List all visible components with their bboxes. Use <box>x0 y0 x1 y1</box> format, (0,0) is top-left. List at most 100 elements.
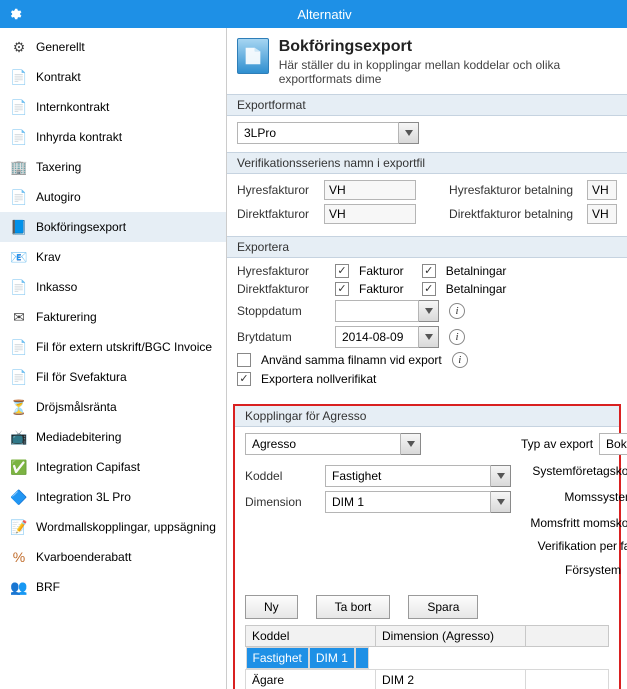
sidebar-item-label: Taxering <box>36 160 81 174</box>
chevron-down-icon[interactable] <box>399 122 419 144</box>
sidebar-icon: 📄 <box>10 278 28 296</box>
dimension-label: Dimension <box>245 495 319 509</box>
exp-hyres-betalningar-checkbox[interactable] <box>422 264 436 278</box>
sidebar-item-inhyrda-kontrakt[interactable]: 📄Inhyrda kontrakt <box>0 122 226 152</box>
samma-filnamn-checkbox[interactable] <box>237 353 251 367</box>
sidebar-icon: 📺 <box>10 428 28 446</box>
agresso-grid[interactable]: Koddel Dimension (Agresso) FastighetDIM … <box>245 625 609 689</box>
sidebar-item-kvarboenderabatt[interactable]: %Kvarboenderabatt <box>0 542 226 572</box>
sidebar-item-wordmallskopplingar-upps-gning[interactable]: 📝 Wordmallskopplingar, uppsägning <box>0 512 226 542</box>
gear-icon <box>8 7 22 21</box>
brytdatum-value: 2014-08-09 <box>335 326 419 348</box>
sidebar-icon: 📝 <box>10 518 28 536</box>
grid-col-dimension[interactable]: Dimension (Agresso) <box>376 626 526 647</box>
sidebar-icon: 📄 <box>10 338 28 356</box>
hyresfakturor-betalning-input[interactable] <box>587 180 617 200</box>
exp-fakturor-label2: Fakturor <box>359 282 404 296</box>
sidebar-item-label: Integration 3L Pro <box>36 490 131 504</box>
grid-col-koddel[interactable]: Koddel <box>246 626 376 647</box>
sidebar-item-inkasso[interactable]: 📄Inkasso <box>0 272 226 302</box>
direktfakturor-input[interactable] <box>324 204 416 224</box>
sidebar-item-fil-f-r-extern-utskrift-bgc-invoice[interactable]: 📄Fil för extern utskrift/BGC Invoice <box>0 332 226 362</box>
exp-betalningar-label2: Betalningar <box>446 282 507 296</box>
chevron-down-icon[interactable] <box>419 300 439 322</box>
sidebar-icon: 📘 <box>10 218 28 236</box>
info-icon[interactable]: i <box>452 352 468 368</box>
export-nollverif-checkbox[interactable] <box>237 372 251 386</box>
stoppdatum-value <box>335 300 419 322</box>
koddel-label: Koddel <box>245 469 319 483</box>
cell-dimension: DIM 2 <box>376 670 526 689</box>
typ-export-select[interactable]: Bokföring <box>599 433 627 455</box>
sidebar-icon: 🔷 <box>10 488 28 506</box>
brytdatum-label: Brytdatum <box>237 330 329 344</box>
chevron-down-icon[interactable] <box>401 433 421 455</box>
sidebar-item-label: Wordmallskopplingar, uppsägning <box>36 520 216 534</box>
sidebar-item-mediadebitering[interactable]: 📺 Mediadebitering <box>0 422 226 452</box>
sidebar-icon: % <box>10 548 28 566</box>
exp-direkt-fakturor-checkbox[interactable] <box>335 282 349 296</box>
tabort-button[interactable]: Ta bort <box>316 595 391 619</box>
agresso-system-select[interactable]: Agresso <box>245 433 421 455</box>
stoppdatum-datepicker[interactable] <box>335 300 439 322</box>
page-header: Bokföringsexport Här ställer du in koppl… <box>227 34 627 94</box>
sidebar-item-brf[interactable]: 👥BRF <box>0 572 226 602</box>
sidebar-item-generellt[interactable]: ⚙Generellt <box>0 32 226 62</box>
chevron-down-icon[interactable] <box>491 465 511 487</box>
cell-blank <box>355 647 369 669</box>
page-subtitle: Här ställer du in kopplingar mellan kodd… <box>279 58 617 86</box>
page-title: Bokföringsexport <box>279 38 617 56</box>
sidebar-icon: ✉ <box>10 308 28 326</box>
sidebar-item-dr-jsm-lsr-nta[interactable]: ⏳Dröjsmålsränta <box>0 392 226 422</box>
hyresfakturor-betalning-label: Hyresfakturor betalning <box>449 183 581 197</box>
sidebar-item-autogiro[interactable]: 📄Autogiro <box>0 182 226 212</box>
sidebar-item-fil-f-r-svefaktura[interactable]: 📄Fil för Svefaktura <box>0 362 226 392</box>
sidebar-item-label: Fakturering <box>36 310 97 324</box>
sidebar-item-label: Bokföringsexport <box>36 220 126 234</box>
spara-button[interactable]: Spara <box>408 595 478 619</box>
direktfakturor-betalning-input[interactable] <box>587 204 617 224</box>
samma-filnamn-label: Använd samma filnamn vid export <box>261 353 442 367</box>
sidebar-item-internkontrakt[interactable]: 📄Internkontrakt <box>0 92 226 122</box>
sidebar-item-label: Integration Capifast <box>36 460 140 474</box>
exp-direkt-betalningar-checkbox[interactable] <box>422 282 436 296</box>
table-row[interactable]: ÄgareDIM 2 <box>246 670 609 689</box>
exp-hyres-fakturor-checkbox[interactable] <box>335 264 349 278</box>
sidebar-item-integration-capifast[interactable]: ✅Integration Capifast <box>0 452 226 482</box>
sidebar-item-label: Mediadebitering <box>36 430 121 444</box>
bookexport-icon <box>237 38 269 74</box>
section-exportformat-title: Exportformat <box>227 94 627 116</box>
info-icon[interactable]: i <box>449 303 465 319</box>
cell-blank <box>526 670 609 689</box>
koddel-select[interactable]: Fastighet <box>325 465 511 487</box>
table-row[interactable]: FastighetDIM 1 <box>246 647 376 669</box>
sidebar-icon: 🏢 <box>10 158 28 176</box>
sidebar-item-label: Internkontrakt <box>36 100 109 114</box>
sidebar-item-kontrakt[interactable]: 📄Kontrakt <box>0 62 226 92</box>
sidebar-item-integration-3l-pro[interactable]: 🔷 Integration 3L Pro <box>0 482 226 512</box>
sidebar-item-label: Dröjsmålsränta <box>36 400 117 414</box>
dimension-select[interactable]: DIM 1 <box>325 491 511 513</box>
brytdatum-datepicker[interactable]: 2014-08-09 <box>335 326 439 348</box>
sidebar-icon: 📄 <box>10 368 28 386</box>
chevron-down-icon[interactable] <box>491 491 511 513</box>
sidebar-icon: 📄 <box>10 128 28 146</box>
momsfritt-label: Momsfritt momskod <box>530 516 627 530</box>
hyresfakturor-input[interactable] <box>324 180 416 200</box>
sidebar-item-bokf-ringsexport[interactable]: 📘 Bokföringsexport <box>0 212 226 242</box>
stoppdatum-label: Stoppdatum <box>237 304 329 318</box>
section-verifserier-title: Verifikationsseriens namn i exportfil <box>227 152 627 174</box>
sidebar-item-krav[interactable]: 📧Krav <box>0 242 226 272</box>
exportformat-select[interactable]: 3LPro <box>237 122 419 144</box>
info-icon[interactable]: i <box>449 329 465 345</box>
chevron-down-icon[interactable] <box>419 326 439 348</box>
exp-betalningar-label1: Betalningar <box>446 264 507 278</box>
sidebar-icon: 👥 <box>10 578 28 596</box>
sidebar-item-label: Krav <box>36 250 61 264</box>
export-nollverif-label: Exportera nollverifikat <box>261 372 376 386</box>
sidebar-item-label: Generellt <box>36 40 85 54</box>
hyresfakturor-label: Hyresfakturor <box>237 183 318 197</box>
ny-button[interactable]: Ny <box>245 595 298 619</box>
sidebar-item-taxering[interactable]: 🏢 Taxering <box>0 152 226 182</box>
sidebar-item-fakturering[interactable]: ✉ Fakturering <box>0 302 226 332</box>
